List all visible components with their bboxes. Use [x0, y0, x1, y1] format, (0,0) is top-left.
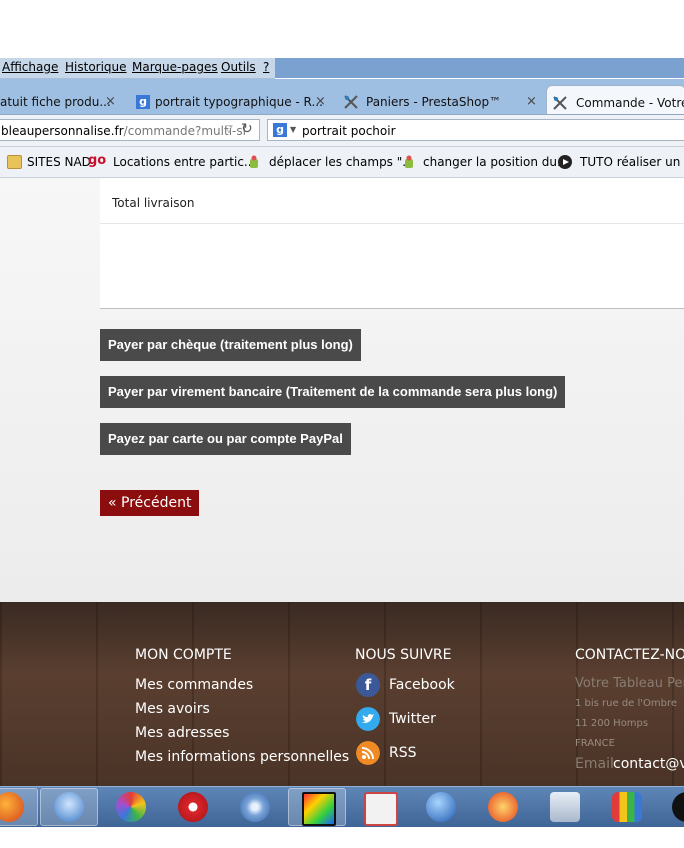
- email-link[interactable]: contact@vo: [613, 756, 684, 772]
- dropdown-arrow-icon[interactable]: ▽: [225, 124, 233, 135]
- address-line: FRANCE: [575, 738, 615, 749]
- address-line: 1 bis rue de l'Ombre: [575, 698, 678, 709]
- thunderbird-icon[interactable]: [54, 792, 84, 822]
- play-icon: [558, 155, 572, 169]
- total-shipping-label: Total livraison: [112, 196, 195, 210]
- tab-fiche-produit[interactable]: atuit fiche produ... ×: [0, 85, 126, 114]
- link-rss[interactable]: RSS: [389, 745, 417, 761]
- menu-marque-pages[interactable]: Marque-pages: [132, 60, 218, 74]
- close-icon[interactable]: ×: [105, 94, 116, 109]
- prestashop-icon: [344, 95, 358, 109]
- title-bar-area: [275, 58, 684, 78]
- android-icon: [250, 155, 258, 168]
- page-content: Total livraison Payer par chèque (traite…: [0, 178, 684, 602]
- previous-button[interactable]: « Précédent: [100, 490, 200, 516]
- search-engine-dropdown-icon[interactable]: ▼: [290, 125, 296, 134]
- email-label: Email: [575, 756, 614, 772]
- navigation-bar: bleaupersonnalise.fr/commande?multi-sl ▽…: [0, 115, 684, 147]
- rss-icon[interactable]: [356, 741, 380, 765]
- twitter-icon[interactable]: [356, 707, 380, 731]
- ccleaner-icon[interactable]: [488, 792, 518, 822]
- menu-historique[interactable]: Historique: [65, 60, 127, 74]
- url-host: bleaupersonnalise.fr: [1, 124, 124, 138]
- close-icon[interactable]: ×: [315, 94, 326, 109]
- my-account-title: MON COMPTE: [135, 647, 232, 663]
- url-bar[interactable]: bleaupersonnalise.fr/commande?multi-sl ▽…: [0, 119, 260, 141]
- installer-icon[interactable]: [550, 792, 580, 822]
- order-summary-table: Total livraison: [100, 178, 684, 309]
- link-facebook[interactable]: Facebook: [389, 677, 455, 693]
- menu-bar: Affichage Historique Marque-pages Outils…: [0, 58, 275, 79]
- contact-title: CONTACTEZ-NO: [575, 647, 684, 663]
- pay-by-bank-transfer-button[interactable]: Payer par virement bancaire (Traitement …: [100, 376, 566, 408]
- google-earth-icon[interactable]: [426, 792, 456, 822]
- go-icon: go: [88, 153, 107, 168]
- picasa-icon[interactable]: [116, 792, 146, 822]
- acrobat-icon[interactable]: [178, 792, 208, 822]
- google-search-icon[interactable]: g: [273, 123, 287, 137]
- link-mes-adresses[interactable]: Mes adresses: [135, 725, 229, 741]
- follow-us-title: NOUS SUIVRE: [355, 647, 452, 663]
- tab-label: Paniers - PrestaShop™: [366, 95, 502, 109]
- video-editor-icon[interactable]: [302, 792, 336, 826]
- link-mes-commandes[interactable]: Mes commandes: [135, 677, 253, 693]
- link-twitter[interactable]: Twitter: [389, 711, 436, 727]
- pay-by-cheque-button[interactable]: Payer par chèque (traitement plus long): [100, 329, 361, 361]
- dark-app-icon[interactable]: [672, 792, 684, 822]
- close-icon[interactable]: ×: [526, 94, 537, 109]
- menu-affichage[interactable]: Affichage: [2, 60, 58, 74]
- tab-strip: atuit fiche produ... × g portrait typogr…: [0, 79, 684, 115]
- tab-label: atuit fiche produ...: [0, 95, 111, 109]
- tab-commande[interactable]: Commande - Votre T: [546, 85, 684, 114]
- table-row: Total livraison: [100, 178, 684, 224]
- bookmark-tuto[interactable]: TUTO réaliser un po: [580, 155, 684, 169]
- menu-outils[interactable]: Outils: [221, 60, 256, 74]
- bookmark-sites-nad[interactable]: SITES NAD: [27, 155, 91, 169]
- facebook-icon[interactable]: f: [356, 673, 380, 697]
- android-icon: [405, 155, 413, 168]
- url-text: bleaupersonnalise.fr/commande?multi-sl: [1, 124, 246, 138]
- address-line: 11 200 Homps: [575, 718, 649, 729]
- bookmark-locations[interactable]: Locations entre partic...: [113, 155, 255, 169]
- link-mes-avoirs[interactable]: Mes avoirs: [135, 701, 210, 717]
- menu-help[interactable]: ?: [263, 60, 269, 74]
- search-input[interactable]: portrait pochoir: [302, 124, 396, 138]
- photo-frame-icon[interactable]: [364, 792, 398, 826]
- prestashop-icon: [553, 96, 567, 110]
- bookmark-changer-position[interactable]: changer la position du...: [423, 155, 568, 169]
- search-bar[interactable]: g ▼ portrait pochoir: [267, 119, 684, 141]
- tab-paniers-prestashop[interactable]: Paniers - PrestaShop™ ×: [340, 85, 540, 114]
- tab-label: Commande - Votre T: [576, 96, 684, 110]
- link-mes-informations[interactable]: Mes informations personnelles: [135, 749, 349, 765]
- tab-label: portrait typographique - R...: [155, 95, 323, 109]
- bookmarks-bar: SITES NAD go Locations entre partic... d…: [0, 147, 684, 178]
- bookmark-deplacer-champs[interactable]: déplacer les champs "...: [269, 155, 414, 169]
- taskbar: [0, 786, 684, 827]
- reload-icon[interactable]: ↻: [241, 121, 253, 137]
- tab-portrait-typographique[interactable]: g portrait typographique - R... ×: [131, 85, 331, 114]
- pay-by-card-paypal-button[interactable]: Payez par carte ou par compte PayPal: [100, 423, 351, 455]
- site-footer: MON COMPTE Mes commandes Mes avoirs Mes …: [0, 602, 684, 786]
- google-icon: g: [136, 95, 150, 109]
- avg-icon[interactable]: [612, 792, 642, 822]
- company-name: Votre Tableau Pers: [575, 676, 684, 691]
- dvd-burner-icon[interactable]: [240, 792, 270, 822]
- folder-icon: [7, 155, 22, 169]
